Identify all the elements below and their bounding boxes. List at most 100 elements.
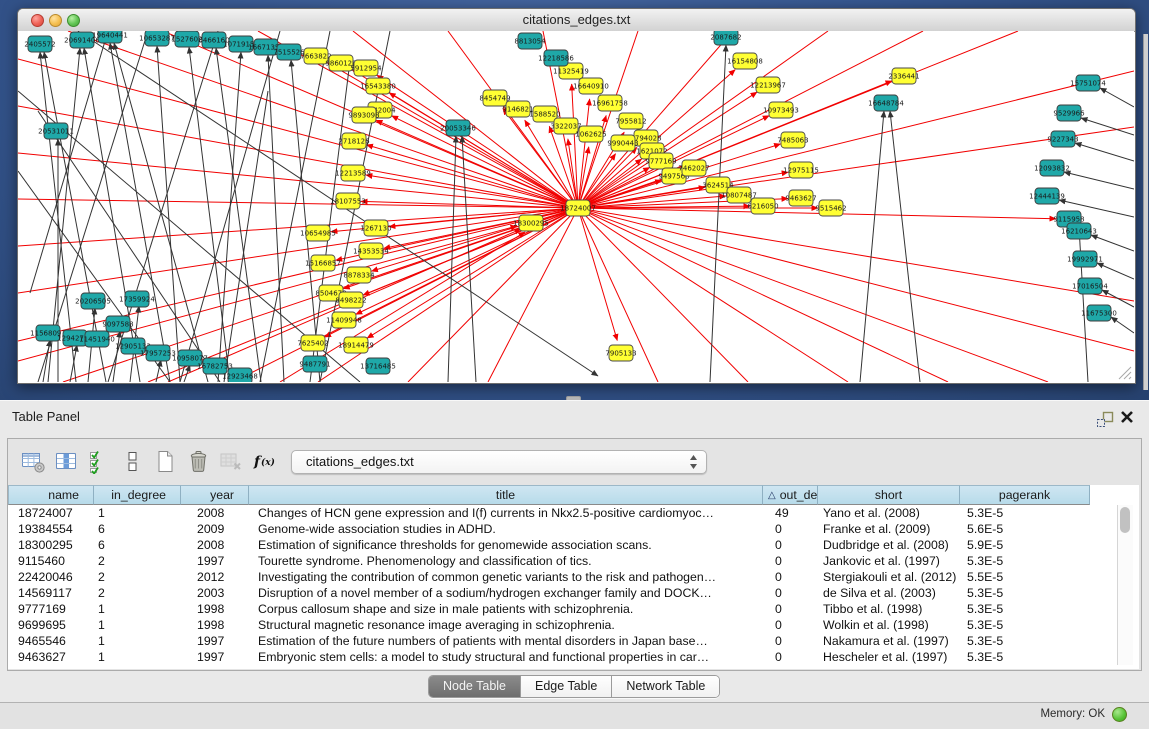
row-options-button[interactable] (119, 448, 146, 475)
table-cell-pagerank[interactable]: 5.6E-5 (960, 521, 1090, 537)
graph-edge[interactable] (1091, 235, 1134, 251)
tab-network-table[interactable]: Network Table (612, 676, 719, 697)
table-cell-pagerank[interactable]: 5.3E-5 (960, 585, 1090, 601)
graph-edge[interactable] (366, 145, 578, 208)
table-row[interactable]: 977716911998Corpus callosum shape and si… (8, 601, 1090, 617)
graph-edge[interactable] (1100, 88, 1134, 107)
table-cell-in_degree[interactable]: 2 (94, 569, 181, 585)
table-cell-title[interactable]: Embryonic stem cells: a model to study s… (249, 649, 763, 665)
table-row[interactable]: 911546021997Tourette syndrome. Phenomeno… (8, 553, 1090, 569)
column-header-pagerank[interactable]: pagerank (960, 485, 1090, 505)
table-selector-dropdown[interactable]: citations_edges.txt (291, 450, 707, 474)
table-cell-title[interactable]: Structural magnetic resonance image aver… (249, 617, 763, 633)
table-cell-name[interactable]: 22420046 (8, 569, 94, 585)
table-row[interactable]: 969969511998Structural magnetic resonanc… (8, 617, 1090, 633)
table-cell-short[interactable]: Nakamura et al. (1997) (818, 633, 960, 649)
graph-edge[interactable] (180, 31, 280, 382)
table-cell-pagerank[interactable]: 5.3E-5 (960, 649, 1090, 665)
table-cell-short[interactable]: Tibbo et al. (1998) (818, 601, 960, 617)
table-cell-title[interactable]: Investigating the contribution of common… (249, 569, 763, 585)
table-cell-name[interactable]: 9777169 (8, 601, 94, 617)
table-row[interactable]: 1872400712008Changes of HCN gene express… (8, 505, 1090, 521)
table-cell-year[interactable]: 2009 (181, 521, 249, 537)
graph-edge[interactable] (710, 45, 726, 382)
table-cell-year[interactable]: 2012 (181, 569, 249, 585)
table-cell-pagerank[interactable]: 5.3E-5 (960, 633, 1090, 649)
table-cell-out_degree[interactable]: 0 (763, 633, 818, 649)
column-header-short[interactable]: short (818, 485, 960, 505)
table-cell-pagerank[interactable]: 5.9E-5 (960, 537, 1090, 553)
graph-edge[interactable] (216, 48, 261, 382)
graph-edge[interactable] (1075, 143, 1134, 161)
table-cell-out_degree[interactable]: 0 (763, 553, 818, 569)
table-cell-title[interactable]: Genome-wide association studies in ADHD. (249, 521, 763, 537)
table-cell-year[interactable]: 1997 (181, 649, 249, 665)
delete-column-button[interactable] (185, 448, 212, 475)
table-cell-short[interactable]: Stergiakouli et al. (2012) (818, 569, 960, 585)
table-cell-title[interactable]: Estimation of the future numbers of pati… (249, 633, 763, 649)
graph-edge[interactable] (1102, 290, 1134, 307)
table-cell-in_degree[interactable]: 6 (94, 537, 181, 553)
graph-edge[interactable] (462, 136, 476, 382)
graph-edge[interactable] (1064, 172, 1134, 189)
graph-edge[interactable] (890, 111, 920, 382)
table-cell-short[interactable]: Jankovic et al. (1997) (818, 553, 960, 569)
table-row[interactable]: 946554611997Estimation of the future num… (8, 633, 1090, 649)
table-cell-short[interactable]: Wolkin et al. (1998) (818, 617, 960, 633)
table-cell-name[interactable]: 9115460 (8, 553, 94, 569)
table-cell-out_degree[interactable]: 0 (763, 569, 818, 585)
table-cell-short[interactable]: Hescheler et al. (1997) (818, 649, 960, 665)
show-columns-button[interactable] (53, 448, 80, 475)
table-cell-in_degree[interactable]: 2 (94, 553, 181, 569)
graph-edge[interactable] (224, 91, 268, 382)
table-cell-out_degree[interactable]: 0 (763, 649, 818, 665)
table-cell-year[interactable]: 1997 (181, 633, 249, 649)
delete-table-button[interactable] (218, 448, 245, 475)
table-cell-name[interactable]: 18300295 (8, 537, 94, 553)
graph-edge[interactable] (578, 208, 1134, 301)
table-cell-name[interactable]: 9465546 (8, 633, 94, 649)
select-columns-button[interactable] (86, 448, 113, 475)
graph-edge[interactable] (448, 136, 456, 382)
table-cell-in_degree[interactable]: 2 (94, 585, 181, 601)
table-cell-in_degree[interactable]: 1 (94, 633, 181, 649)
column-header-title[interactable]: title (249, 485, 763, 505)
table-cell-out_degree[interactable]: 0 (763, 617, 818, 633)
create-column-button[interactable] (152, 448, 179, 475)
graph-edge[interactable] (578, 208, 1134, 351)
column-header-out_degree[interactable]: △out_de… (763, 485, 818, 505)
table-cell-in_degree[interactable]: 1 (94, 505, 181, 521)
table-cell-out_degree[interactable]: 0 (763, 601, 818, 617)
table-cell-pagerank[interactable]: 5.3E-5 (960, 505, 1090, 521)
table-cell-year[interactable]: 1997 (181, 553, 249, 569)
graph-edge[interactable] (1081, 118, 1134, 135)
graph-edge[interactable] (1079, 227, 1088, 382)
table-cell-year[interactable]: 2008 (181, 505, 249, 521)
table-row[interactable]: 946362711997Embryonic stem cells: a mode… (8, 649, 1090, 665)
table-cell-in_degree[interactable]: 6 (94, 521, 181, 537)
table-cell-year[interactable]: 1998 (181, 601, 249, 617)
network-canvas[interactable]: 1872400718300295113254191664091016961758… (18, 31, 1134, 382)
table-row[interactable]: 1456911722003Disruption of a novel membe… (8, 585, 1090, 601)
tab-node-table[interactable]: Node Table (429, 676, 521, 697)
table-cell-in_degree[interactable]: 1 (94, 649, 181, 665)
table-cell-short[interactable]: de Silva et al. (2003) (818, 585, 960, 601)
table-cell-year[interactable]: 2008 (181, 537, 249, 553)
table-cell-year[interactable]: 2003 (181, 585, 249, 601)
table-cell-name[interactable]: 18724007 (8, 505, 94, 521)
table-cell-pagerank[interactable]: 5.5E-5 (960, 569, 1090, 585)
table-cell-name[interactable]: 19384554 (8, 521, 94, 537)
table-cell-name[interactable]: 9699695 (8, 617, 94, 633)
graph-edge[interactable] (189, 47, 230, 382)
table-cell-year[interactable]: 1998 (181, 617, 249, 633)
table-cell-pagerank[interactable]: 5.3E-5 (960, 617, 1090, 633)
column-header-in_degree[interactable]: in_degree (94, 485, 181, 505)
table-cell-name[interactable]: 14569117 (8, 585, 94, 601)
table-row[interactable]: 1830029562008Estimation of significance … (8, 537, 1090, 553)
citation-network-graph[interactable]: 1872400718300295113254191664091016961758… (18, 31, 1134, 382)
table-cell-pagerank[interactable]: 5.3E-5 (960, 601, 1090, 617)
table-cell-title[interactable]: Changes of HCN gene expression and I(f) … (249, 505, 763, 521)
graph-edge[interactable] (578, 208, 1048, 382)
table-cell-short[interactable]: Yano et al. (2008) (818, 505, 960, 521)
graph-edge[interactable] (260, 31, 330, 382)
